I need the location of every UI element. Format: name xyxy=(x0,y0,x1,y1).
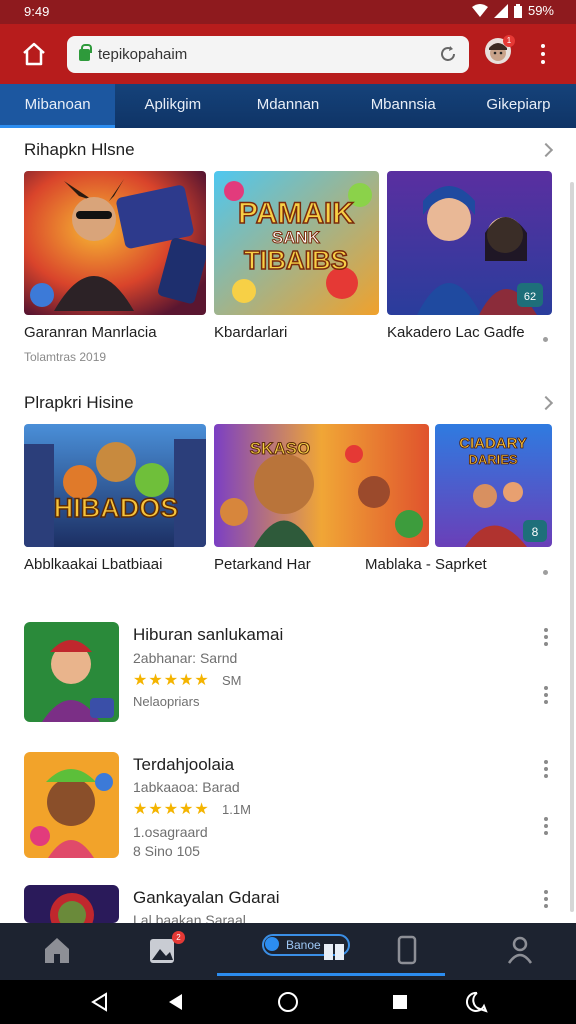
card-title: Abblkaakai Lbatbiaai xyxy=(24,556,163,573)
star-rating-icon: ★★★★★ xyxy=(133,672,210,689)
game-card[interactable]: HIBADOS xyxy=(24,424,206,547)
app-title[interactable]: Terdahjoolaia xyxy=(133,755,234,775)
rating-count: SM xyxy=(222,673,242,688)
section-title-1: Rihapkn Hlsne xyxy=(24,140,135,159)
address-bar[interactable]: tepikopahaim xyxy=(67,36,469,73)
more-vert-icon[interactable] xyxy=(543,628,549,646)
back-outline-icon[interactable] xyxy=(90,992,108,1012)
game-art-image: PAMAIK SANK TIBAIBS xyxy=(214,171,379,315)
game-card[interactable]: PAMAIK SANK TIBAIBS xyxy=(214,171,379,315)
back-icon[interactable] xyxy=(166,992,184,1012)
game-art-image: 62 xyxy=(387,171,552,315)
art-badge: 8 xyxy=(532,525,539,539)
game-art-image: CIADARY DARIES 8 xyxy=(435,424,552,547)
recents-icon[interactable] xyxy=(391,993,409,1011)
overflow-menu-button[interactable] xyxy=(536,42,550,66)
art-text: CIADARY xyxy=(459,435,527,452)
profile-avatar[interactable]: 1 xyxy=(485,35,515,64)
art-text: HIBADOS xyxy=(54,493,179,523)
card-title: Garanran Manrlacia xyxy=(24,324,157,341)
card-title: Kbardarlari xyxy=(214,324,288,341)
system-navigation-bar xyxy=(0,980,576,1024)
tab-2[interactable]: Mdannan xyxy=(230,84,345,128)
star-rating-icon: ★★★★★ xyxy=(133,801,210,818)
game-card[interactable]: 62 xyxy=(387,171,552,315)
account-icon[interactable] xyxy=(503,933,537,967)
home-circle-icon[interactable] xyxy=(277,991,299,1013)
card-title: Kakadero Lac Gadfe xyxy=(387,324,525,341)
tab-4[interactable]: Gikepiarp xyxy=(461,84,576,128)
art-text: PAMAIK xyxy=(238,197,354,230)
app-developer: 1abkaaoa: Barad xyxy=(133,779,240,795)
art-text: TIBAIBS xyxy=(244,245,348,275)
battery-level: 59% xyxy=(527,3,554,18)
game-art-image: SKASO xyxy=(214,424,429,547)
app-meta: Nelaopriars xyxy=(133,694,200,709)
games-icon xyxy=(265,937,279,951)
card-title: Mablaka - Saprket xyxy=(365,556,487,573)
app-meta: 1.osagraard xyxy=(133,824,208,840)
app-icon[interactable] xyxy=(24,752,119,858)
app-title[interactable]: Gankayalan Gdarai xyxy=(133,888,279,908)
reload-icon[interactable] xyxy=(439,45,457,63)
library-nav[interactable]: 2 xyxy=(146,931,185,967)
signal-icon xyxy=(493,3,508,18)
more-vert-icon[interactable] xyxy=(543,686,549,704)
tab-3[interactable]: Mbannsia xyxy=(346,84,461,128)
phone-icon[interactable] xyxy=(390,933,424,967)
more-dot-icon[interactable] xyxy=(543,570,548,575)
bottom-navigation: 2 Banoe xyxy=(0,923,576,980)
status-time: 9:49 xyxy=(24,4,50,19)
game-card[interactable]: CIADARY DARIES 8 xyxy=(435,424,552,547)
section-title-2: Plrapkri Hisine xyxy=(24,393,134,412)
card-subtitle: Tolamtras 2019 xyxy=(24,350,107,364)
nav-badge: 2 xyxy=(172,931,185,944)
lock-icon xyxy=(79,43,92,61)
home-icon[interactable] xyxy=(20,40,48,68)
app-icon[interactable] xyxy=(24,885,119,923)
category-tabs: Mibanoan Aplikgim Mdannan Mbannsia Gikep… xyxy=(0,84,576,128)
status-bar: 9:49 59% xyxy=(0,0,576,24)
rating-count: 1.1M xyxy=(222,802,251,817)
game-art-image xyxy=(24,171,206,315)
game-card[interactable]: SKASO xyxy=(214,424,429,547)
active-indicator xyxy=(217,973,445,976)
app-meta: 8 Sino 105 xyxy=(133,843,200,859)
art-text: DARIES xyxy=(468,452,517,467)
chevron-right-icon[interactable] xyxy=(538,395,554,411)
battery-icon xyxy=(513,3,522,18)
assistant-icon[interactable] xyxy=(466,991,488,1013)
status-icons: 59% xyxy=(471,3,554,18)
card-title: Petarkand Har xyxy=(214,556,311,573)
more-vert-icon[interactable] xyxy=(543,890,549,908)
tab-0[interactable]: Mibanoan xyxy=(0,84,116,128)
tab-1[interactable]: Aplikgim xyxy=(115,84,230,128)
notification-badge: 1 xyxy=(503,35,515,47)
app-icon-image xyxy=(24,622,119,722)
chevron-right-icon[interactable] xyxy=(538,142,554,158)
app-icon-image xyxy=(24,752,119,858)
more-vert-icon[interactable] xyxy=(543,817,549,835)
scrollbar[interactable] xyxy=(570,182,574,912)
wifi-icon xyxy=(471,3,488,17)
game-art-image: HIBADOS xyxy=(24,424,206,547)
url-text: tepikopahaim xyxy=(98,46,188,63)
app-title[interactable]: Hiburan sanlukamai xyxy=(133,625,283,645)
book-icon xyxy=(324,944,344,960)
home-icon[interactable] xyxy=(40,933,74,967)
art-text: SKASO xyxy=(250,439,310,458)
more-vert-icon[interactable] xyxy=(543,760,549,778)
app-icon[interactable] xyxy=(24,622,119,722)
art-badge: 62 xyxy=(524,291,536,303)
app-icon-image xyxy=(24,885,119,923)
app-developer: 2abhanar: Sarnd xyxy=(133,650,238,666)
game-card[interactable] xyxy=(24,171,206,315)
more-dot-icon[interactable] xyxy=(543,337,548,342)
app-developer: Lal baakan Saraal xyxy=(133,912,246,923)
nav-active-label: Banoe xyxy=(286,938,321,952)
browser-toolbar: tepikopahaim 1 xyxy=(0,24,576,84)
